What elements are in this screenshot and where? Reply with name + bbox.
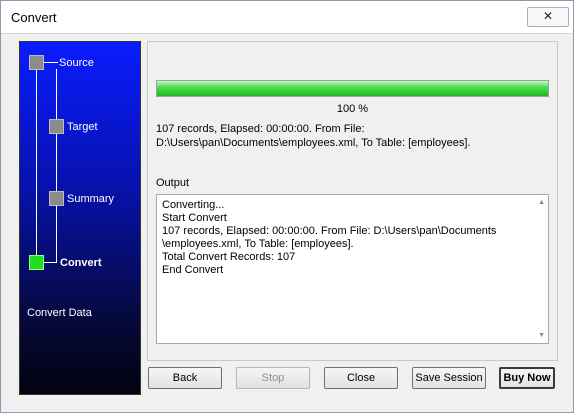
status-line-1: 107 records, Elapsed: 00:00:00. From Fil… — [156, 123, 365, 135]
step-target-indicator — [49, 119, 64, 134]
output-label: Output — [156, 177, 190, 189]
output-line: Converting... — [162, 199, 225, 211]
scroll-down-arrow-icon[interactable]: ▼ — [538, 332, 545, 339]
convert-content-panel: 100 % 107 records, Elapsed: 00:00:00. Fr… — [147, 41, 558, 361]
progress-percent: 100 % — [336, 103, 369, 115]
progress-bar — [156, 80, 549, 97]
step-convert-indicator — [29, 255, 44, 270]
output-line: \employees.xml, To Table: [employees]. — [162, 238, 354, 250]
step-connector-line — [44, 62, 58, 63]
output-line: Total Convert Records: 107 — [162, 251, 296, 263]
back-button[interactable]: Back — [148, 367, 222, 389]
step-convert-label: Convert — [60, 257, 102, 269]
status-line-2: D:\Users\pan\Documents\employees.xml, To… — [156, 137, 471, 149]
output-line: 107 records, Elapsed: 00:00:00. From Fil… — [162, 225, 497, 237]
output-line: Start Convert — [162, 212, 227, 224]
step-source-label: Source — [59, 57, 94, 69]
close-button[interactable]: Close — [324, 367, 398, 389]
step-source-indicator — [29, 55, 44, 70]
step-connector-line — [36, 69, 37, 262]
wizard-steps-panel: Source Target Summary Convert Convert Da… — [19, 41, 141, 395]
window-title: Convert — [11, 10, 57, 25]
close-icon: ✕ — [542, 9, 554, 23]
output-textarea[interactable]: Converting... Start Convert 107 records,… — [156, 194, 549, 344]
step-connector-line — [56, 69, 57, 262]
step-summary-indicator — [49, 191, 64, 206]
scroll-up-arrow-icon[interactable]: ▲ — [538, 199, 545, 206]
window-close-button[interactable]: ✕ — [527, 7, 569, 27]
buy-now-button[interactable]: Buy Now — [499, 367, 555, 389]
output-line: End Convert — [162, 264, 224, 276]
wizard-footer-label: Convert Data — [27, 307, 92, 319]
progress-bar-fill — [157, 81, 548, 96]
step-target-label: Target — [67, 121, 98, 133]
step-summary-label: Summary — [67, 193, 115, 205]
save-session-button[interactable]: Save Session — [412, 367, 486, 389]
convert-window: Convert ✕ Source Target Summary Convert … — [0, 0, 574, 413]
title-bar: Convert ✕ — [1, 1, 573, 34]
stop-button[interactable]: Stop — [236, 367, 310, 389]
